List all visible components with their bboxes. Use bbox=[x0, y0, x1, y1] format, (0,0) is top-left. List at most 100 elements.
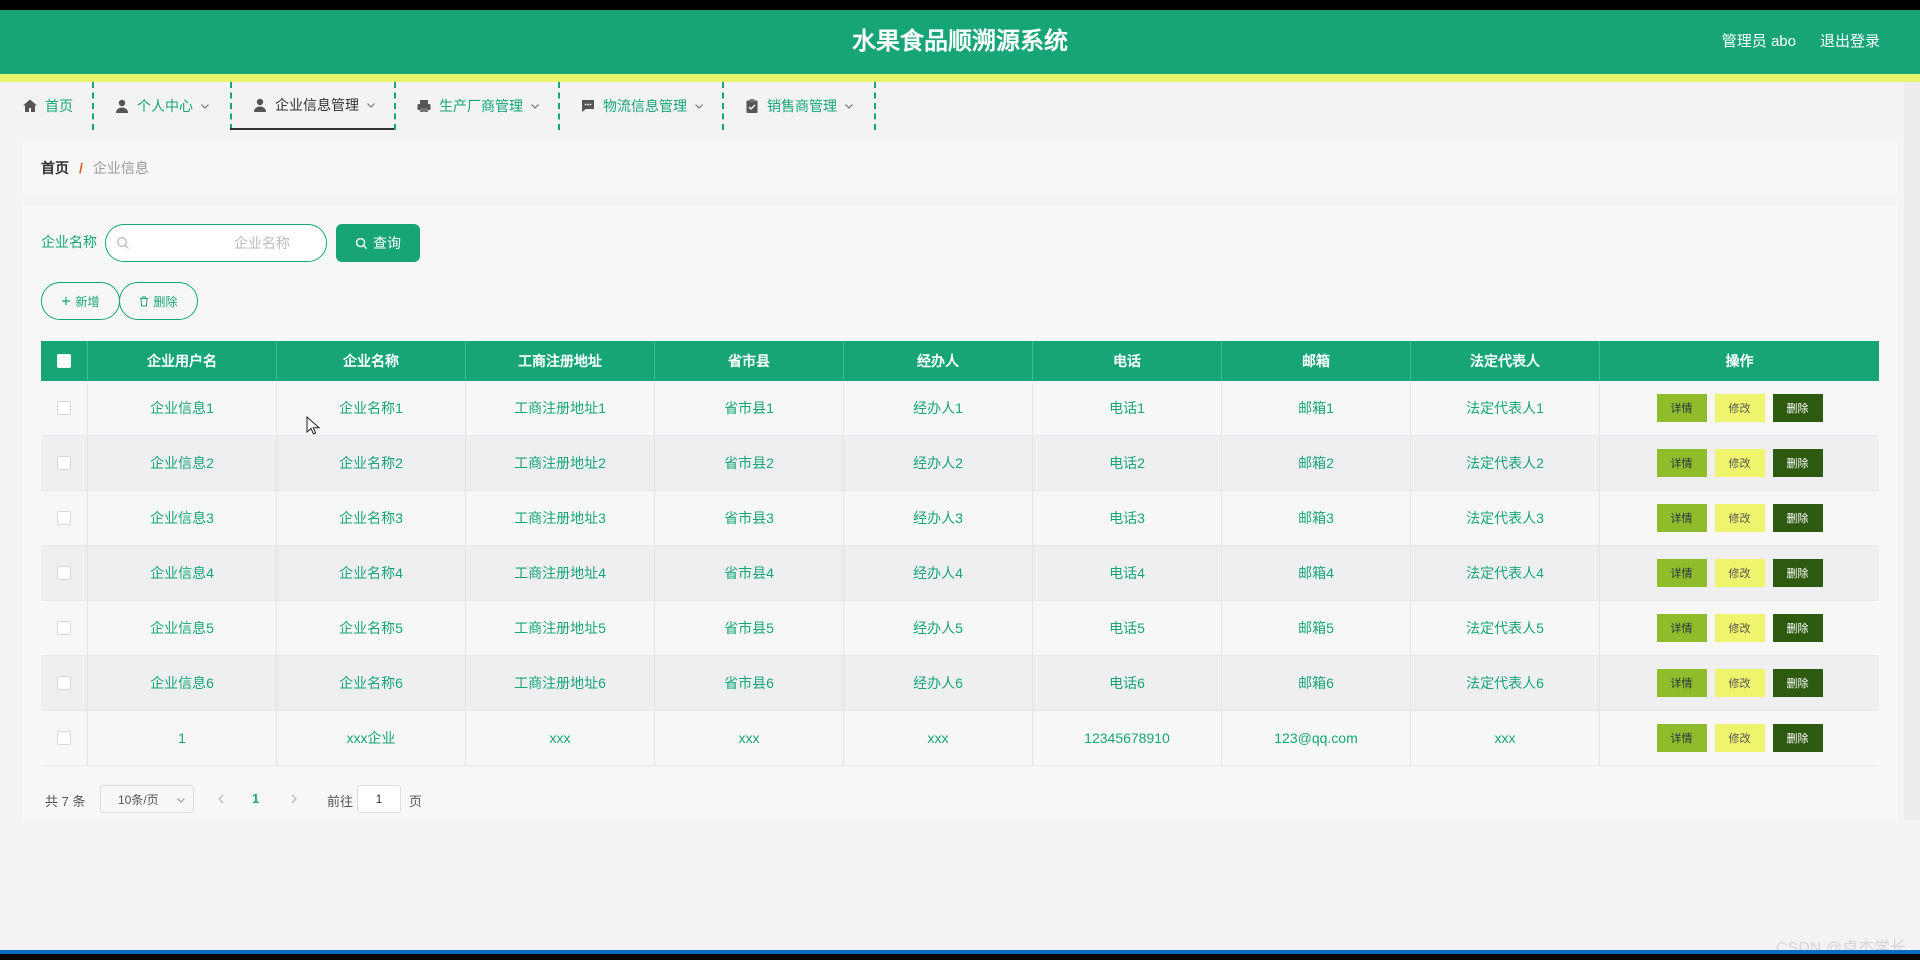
row-checkbox[interactable] bbox=[57, 731, 71, 745]
app-header: 水果食品顺溯源系统 管理员 abo 退出登录 bbox=[0, 10, 1920, 74]
enterprise-table: 企业用户名 企业名称 工商注册地址 省市县 经办人 电话 邮箱 法定代表人 操作… bbox=[41, 341, 1879, 766]
table-cell: 省市县5 bbox=[655, 601, 844, 655]
prev-page-icon[interactable] bbox=[215, 792, 227, 806]
edit-button[interactable]: 修改 bbox=[1714, 724, 1765, 752]
table-cell: 企业信息5 bbox=[88, 601, 277, 655]
edit-button[interactable]: 修改 bbox=[1714, 394, 1765, 422]
table-cell: 企业信息4 bbox=[88, 546, 277, 600]
delete-button[interactable]: 删除 bbox=[1772, 449, 1823, 477]
table-cell: 企业名称5 bbox=[277, 601, 466, 655]
row-checkbox[interactable] bbox=[57, 511, 71, 525]
detail-button[interactable]: 详情 bbox=[1656, 449, 1707, 477]
row-select-cell bbox=[41, 491, 88, 545]
content-panel: 企业名称 查询 新增 删除 企业用户名 企业名称 工商注册地址 省市县 经办人 bbox=[22, 205, 1898, 820]
search-input[interactable] bbox=[136, 225, 316, 261]
nav-item-home[interactable]: 首页 bbox=[0, 82, 92, 130]
table-cell: 经办人3 bbox=[844, 491, 1033, 545]
search-box bbox=[105, 224, 327, 262]
table-cell: 电话6 bbox=[1033, 656, 1222, 710]
next-page-icon[interactable] bbox=[288, 792, 300, 806]
table-cell: 法定代表人1 bbox=[1411, 381, 1600, 435]
chat-icon bbox=[582, 100, 594, 112]
row-checkbox[interactable] bbox=[57, 456, 71, 470]
delete-button[interactable]: 删除 bbox=[1772, 394, 1823, 422]
batch-delete-button[interactable]: 删除 bbox=[119, 282, 198, 320]
table-row: 企业信息6 企业名称6 工商注册地址6 省市县6 经办人6 电话6 邮箱6 法定代表人6 详情修… bbox=[41, 656, 1879, 711]
edit-button[interactable]: 修改 bbox=[1714, 559, 1765, 587]
logout-link[interactable]: 退出登录 bbox=[1820, 10, 1880, 74]
edit-button[interactable]: 修改 bbox=[1714, 504, 1765, 532]
table-cell: 法定代表人2 bbox=[1411, 436, 1600, 490]
pagination: 共 7 条 10条/页 1 前往 页 bbox=[41, 785, 841, 813]
table-cell: 邮箱2 bbox=[1222, 436, 1411, 490]
delete-button[interactable]: 删除 bbox=[1772, 669, 1823, 697]
table-cell: 省市县4 bbox=[655, 546, 844, 600]
table-cell: 企业信息6 bbox=[88, 656, 277, 710]
table-cell: 企业名称6 bbox=[277, 656, 466, 710]
page-number-current[interactable]: 1 bbox=[252, 791, 259, 806]
table-cell: 法定代表人4 bbox=[1411, 546, 1600, 600]
edit-button[interactable]: 修改 bbox=[1714, 614, 1765, 642]
table-cell: 企业名称2 bbox=[277, 436, 466, 490]
table-cell: 邮箱5 bbox=[1222, 601, 1411, 655]
table-cell: 工商注册地址4 bbox=[466, 546, 655, 600]
home-icon bbox=[23, 99, 37, 112]
row-actions: 详情 修改 删除 bbox=[1600, 656, 1879, 710]
row-actions: 详情 修改 删除 bbox=[1600, 381, 1879, 435]
detail-button[interactable]: 详情 bbox=[1656, 504, 1707, 532]
nav-item-logistics[interactable]: 物流信息管理 bbox=[558, 82, 722, 130]
nav-item-label: 企业信息管理 bbox=[275, 97, 359, 113]
nav-item-personal-center[interactable]: 个人中心 bbox=[92, 82, 230, 130]
chevron-down-icon bbox=[845, 104, 853, 109]
detail-button[interactable]: 详情 bbox=[1656, 559, 1707, 587]
select-all-checkbox[interactable] bbox=[57, 354, 71, 368]
table-row: 企业信息3 企业名称3 工商注册地址3 省市县3 经办人3 电话3 邮箱3 法定代表人3 详情修… bbox=[41, 491, 1879, 546]
edit-button[interactable]: 修改 bbox=[1714, 669, 1765, 697]
row-actions: 详情 修改 删除 bbox=[1600, 491, 1879, 545]
nav-item-enterprise-info[interactable]: 企业信息管理 bbox=[230, 82, 394, 130]
table-cell: 经办人2 bbox=[844, 436, 1033, 490]
delete-button[interactable]: 删除 bbox=[1772, 504, 1823, 532]
breadcrumb-home[interactable]: 首页 bbox=[41, 158, 69, 178]
breadcrumb-separator: / bbox=[79, 160, 83, 176]
mouse-cursor-icon bbox=[306, 416, 320, 435]
table-cell: 企业信息1 bbox=[88, 381, 277, 435]
query-button[interactable]: 查询 bbox=[336, 224, 420, 262]
page-size-select[interactable]: 10条/页 bbox=[100, 785, 194, 813]
column-header: 邮箱 bbox=[1222, 341, 1411, 381]
edit-button[interactable]: 修改 bbox=[1714, 449, 1765, 477]
nav-item-label: 首页 bbox=[45, 98, 73, 114]
nav-item-manufacturer[interactable]: 生产厂商管理 bbox=[394, 82, 558, 130]
select-all-cell bbox=[41, 341, 88, 381]
table-cell: 电话3 bbox=[1033, 491, 1222, 545]
nav-item-label: 生产厂商管理 bbox=[439, 98, 523, 114]
chevron-down-icon bbox=[695, 104, 703, 109]
table-cell: 企业信息3 bbox=[88, 491, 277, 545]
table-cell: xxx bbox=[1411, 711, 1600, 765]
chevron-down-icon bbox=[177, 798, 185, 803]
delete-button[interactable]: 删除 bbox=[1772, 724, 1823, 752]
detail-button[interactable]: 详情 bbox=[1656, 669, 1707, 697]
column-header: 操作 bbox=[1725, 353, 1754, 369]
detail-button[interactable]: 详情 bbox=[1656, 394, 1707, 422]
nav-item-seller[interactable]: 销售商管理 bbox=[722, 82, 874, 130]
detail-button[interactable]: 详情 bbox=[1656, 724, 1707, 752]
breadcrumb-current: 企业信息 bbox=[92, 160, 149, 176]
table-cell: 电话2 bbox=[1033, 436, 1222, 490]
detail-button[interactable]: 详情 bbox=[1656, 614, 1707, 642]
column-header: 省市县 bbox=[655, 341, 844, 381]
delete-button[interactable]: 删除 bbox=[1772, 559, 1823, 587]
row-checkbox[interactable] bbox=[57, 676, 71, 690]
row-checkbox[interactable] bbox=[57, 621, 71, 635]
goto-page-input[interactable] bbox=[357, 785, 401, 813]
table-cell: 电话4 bbox=[1033, 546, 1222, 600]
row-checkbox[interactable] bbox=[57, 401, 71, 415]
table-cell: 邮箱3 bbox=[1222, 491, 1411, 545]
table-cell: 电话1 bbox=[1033, 381, 1222, 435]
chevron-down-icon bbox=[531, 104, 539, 109]
add-button[interactable]: 新增 bbox=[41, 282, 120, 320]
row-checkbox[interactable] bbox=[57, 566, 71, 580]
delete-button[interactable]: 删除 bbox=[1772, 614, 1823, 642]
search-icon bbox=[355, 237, 368, 249]
row-select-cell bbox=[41, 601, 88, 655]
